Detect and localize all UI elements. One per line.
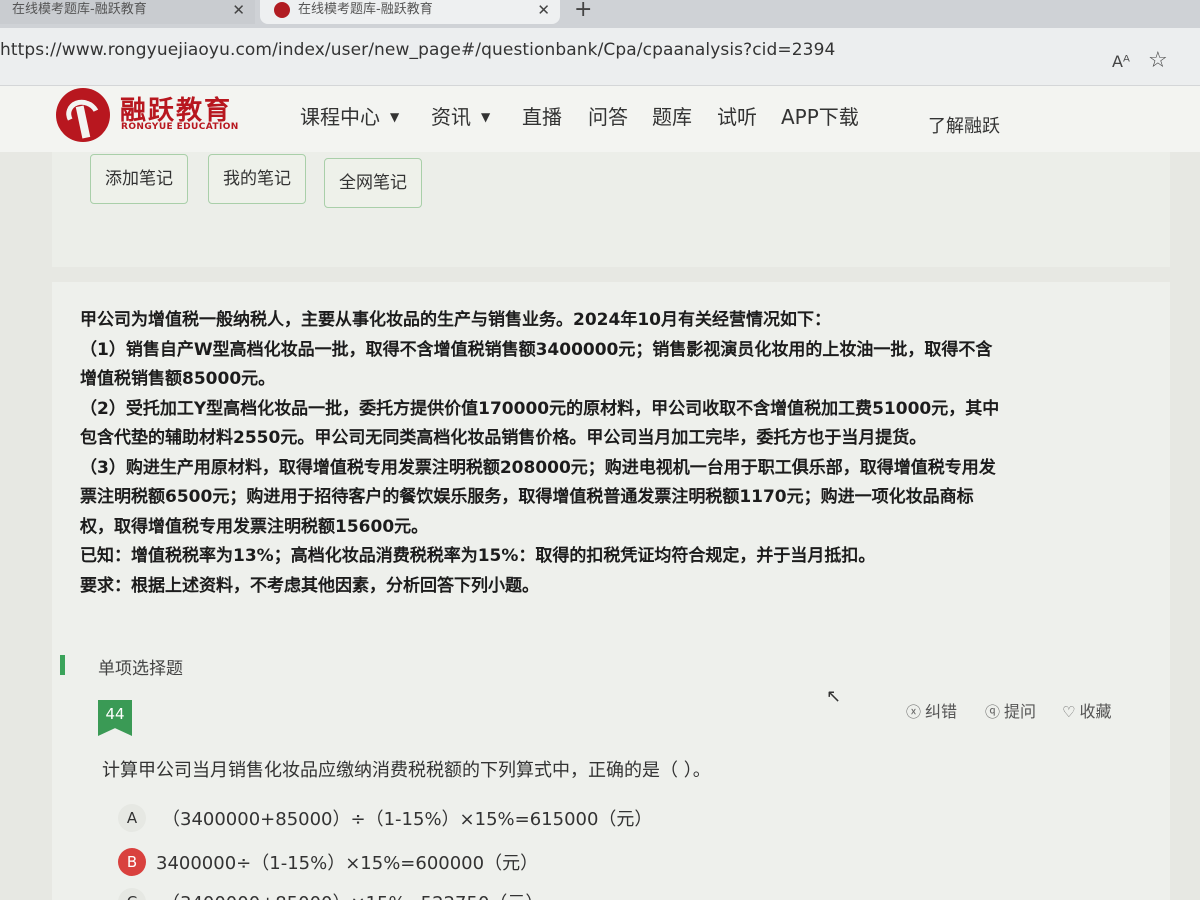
material-line: （1）销售自产W型高档化妆品一批，取得不含增值税销售额3400000元；销售影视… <box>80 339 993 360</box>
tab-title: 在线模考题库-融跃教育 <box>12 2 147 17</box>
material-line: 已知：增值税税率为13%；高档化妆品消费税税率为15%：取得的扣税凭证均符合规定… <box>80 546 876 566</box>
section-title: 单项选择题 <box>98 659 183 679</box>
site-favicon-icon <box>274 2 290 18</box>
mouse-cursor-icon: ↖ <box>826 686 842 707</box>
collect-button[interactable]: ♡ 收藏 <box>1062 698 1111 722</box>
new-tab-icon[interactable]: + <box>574 0 592 22</box>
option-letter: C <box>118 888 146 900</box>
close-icon[interactable]: ✕ <box>232 0 245 20</box>
option-text: （3400000+85000）÷（1-15%）×15%=615000（元） <box>162 809 653 830</box>
material-line: （2）受托加工Y型高档化妆品一批，委托方提供价值170000元的原材料，甲公司收… <box>80 398 1000 419</box>
question-text: 计算甲公司当月销售化妆品应缴纳消费税税额的下列算式中，正确的是（ ）。 <box>102 760 711 781</box>
url-field[interactable]: https://www.rongyuejiaoyu.com/index/user… <box>0 40 835 60</box>
section-marker <box>60 655 65 675</box>
close-circle-icon: ⓧ <box>906 703 922 721</box>
browser-tab-strip: 在线模考题库-融跃教育 ✕ 在线模考题库-融跃教育 ✕ + <box>0 0 1200 28</box>
browser-tab-2[interactable]: 在线模考题库-融跃教育 ✕ <box>260 0 560 24</box>
material-line: 要求：根据上述资料，不考虑其他因素，分析回答下列小题。 <box>80 575 539 596</box>
site-header: 融跃教育 RONGYUE EDUCATION 课程中心 ▼ 资讯 ▼ 直播 问答 题… <box>0 86 1200 152</box>
option-b[interactable]: B 3400000÷（1-15%）×15%=600000（元） <box>118 848 538 878</box>
tab-title: 在线模考题库-融跃教育 <box>298 2 433 17</box>
my-notes-button[interactable]: 我的笔记 <box>208 154 306 204</box>
nav-course-center[interactable]: 课程中心 ▼ <box>300 101 399 130</box>
option-text: （3400000+85000）×15%=522750（元） <box>162 889 543 900</box>
chevron-down-icon: ▼ <box>390 109 400 124</box>
nav-app-download[interactable]: APP下载 <box>781 101 859 130</box>
option-letter: B <box>118 848 146 876</box>
heart-icon: ♡ <box>1062 703 1076 721</box>
option-a[interactable]: A （3400000+85000）÷（1-15%）×15%=615000（元） <box>118 804 652 834</box>
nav-qa[interactable]: 问答 <box>588 101 628 130</box>
browser-tab-1[interactable]: 在线模考题库-融跃教育 ✕ <box>0 0 255 24</box>
material-line: （3）购进生产用原材料，取得增值税专用发票注明税额208000元；购进电视机一台… <box>80 457 996 478</box>
add-note-button[interactable]: 添加笔记 <box>90 154 188 204</box>
option-text: 3400000÷（1-15%）×15%=600000（元） <box>156 853 539 874</box>
material-line: 包含代垫的辅助材料2550元。甲公司无同类高档化妆品销售价格。甲公司当月加工完毕… <box>80 428 927 448</box>
material-line: 甲公司为增值税一般纳税人，主要从事化妆品的生产与销售业务。2024年10月有关经… <box>80 310 831 330</box>
all-notes-button[interactable]: 全网笔记 <box>324 158 422 208</box>
material-line: 权，取得增值税专用发票注明税额15600元。 <box>80 516 429 537</box>
close-icon[interactable]: ✕ <box>537 0 550 20</box>
favorite-star-icon[interactable]: ☆ <box>1148 48 1168 73</box>
material-line: 票注明税额6500元；购进用于招待客户的餐饮娱乐服务，取得增值税普通发票注明税额… <box>80 487 974 507</box>
question-panel: 甲公司为增值税一般纳税人，主要从事化妆品的生产与销售业务。2024年10月有关经… <box>52 282 1170 900</box>
question-circle-icon: ⓠ <box>985 703 1001 721</box>
notes-panel: 添加笔记 我的笔记 全网笔记 <box>52 152 1170 267</box>
question-number-badge: 44 <box>98 700 132 736</box>
option-letter: A <box>118 804 146 832</box>
case-material: 甲公司为增值税一般纳税人，主要从事化妆品的生产与销售业务。2024年10月有关经… <box>80 306 1150 601</box>
nav-live[interactable]: 直播 <box>522 101 562 130</box>
ask-question-button[interactable]: ⓠ 提问 <box>985 698 1036 722</box>
read-aloud-icon[interactable]: Aᴬ <box>1112 52 1130 71</box>
address-bar: https://www.rongyuejiaoyu.com/index/user… <box>0 28 1200 86</box>
logo-icon[interactable] <box>56 88 110 142</box>
nav-trial[interactable]: 试听 <box>717 101 757 130</box>
nav-question-bank[interactable]: 题库 <box>652 101 692 130</box>
material-line: 增值税销售额85000元。 <box>80 369 276 389</box>
nav-news[interactable]: 资讯 ▼ <box>431 101 490 130</box>
nav-about[interactable]: 了解融跃 <box>928 112 1000 138</box>
chevron-down-icon: ▼ <box>481 109 491 124</box>
report-error-button[interactable]: ⓧ 纠错 <box>906 698 957 722</box>
option-c[interactable]: C （3400000+85000）×15%=522750（元） <box>118 888 543 900</box>
logo-subtext: RONGYUE EDUCATION <box>121 122 239 132</box>
